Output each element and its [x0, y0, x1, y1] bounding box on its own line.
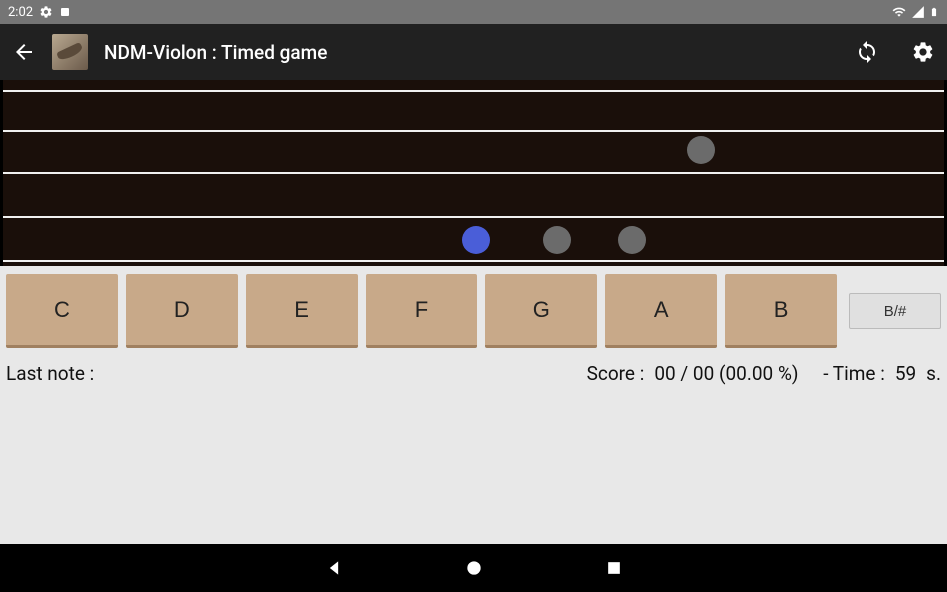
android-nav-bar — [0, 544, 947, 592]
note-dot — [543, 226, 571, 254]
note-button-c[interactable]: C — [6, 274, 118, 348]
score-label: Score : — [587, 362, 645, 555]
status-bar: 2:02 — [0, 0, 947, 24]
note-button-e[interactable]: E — [246, 274, 358, 348]
note-button-a[interactable]: A — [605, 274, 717, 348]
nav-recent-icon[interactable] — [604, 558, 624, 578]
note-dot — [687, 136, 715, 164]
status-gear-icon — [39, 5, 53, 19]
time-label: - Time : — [823, 362, 885, 555]
last-note-label: Last note : — [6, 362, 94, 555]
back-button[interactable] — [12, 40, 36, 64]
string — [3, 90, 944, 92]
status-card-icon — [59, 6, 71, 18]
note-dot — [462, 226, 490, 254]
settings-button[interactable] — [911, 40, 935, 64]
wifi-icon — [891, 5, 907, 19]
string — [3, 130, 944, 132]
info-row: Last note : Score : 00 / 00 (00.00 %) - … — [0, 356, 947, 555]
note-button-b[interactable]: B — [725, 274, 837, 348]
nav-back-icon[interactable] — [324, 558, 344, 578]
app-icon — [52, 34, 88, 70]
string — [3, 172, 944, 174]
status-time: 2:02 — [8, 5, 33, 20]
nav-home-icon[interactable] — [464, 558, 484, 578]
note-button-row: CDEFGAB B/# — [0, 266, 947, 356]
note-button-d[interactable]: D — [126, 274, 238, 348]
string — [3, 260, 944, 262]
page-title: NDM-Violon : Timed game — [104, 41, 823, 64]
refresh-button[interactable] — [855, 40, 879, 64]
time-value: 59 — [895, 362, 916, 555]
note-button-g[interactable]: G — [485, 274, 597, 348]
note-dot — [618, 226, 646, 254]
fretboard — [0, 80, 947, 266]
signal-icon — [911, 5, 925, 19]
time-unit: s. — [926, 362, 941, 555]
score-value: 00 / 00 (00.00 %) — [654, 362, 798, 555]
note-button-f[interactable]: F — [366, 274, 478, 348]
battery-icon — [929, 4, 939, 20]
accidental-toggle-button[interactable]: B/# — [849, 293, 941, 329]
string — [3, 216, 944, 218]
app-bar: NDM-Violon : Timed game — [0, 24, 947, 80]
